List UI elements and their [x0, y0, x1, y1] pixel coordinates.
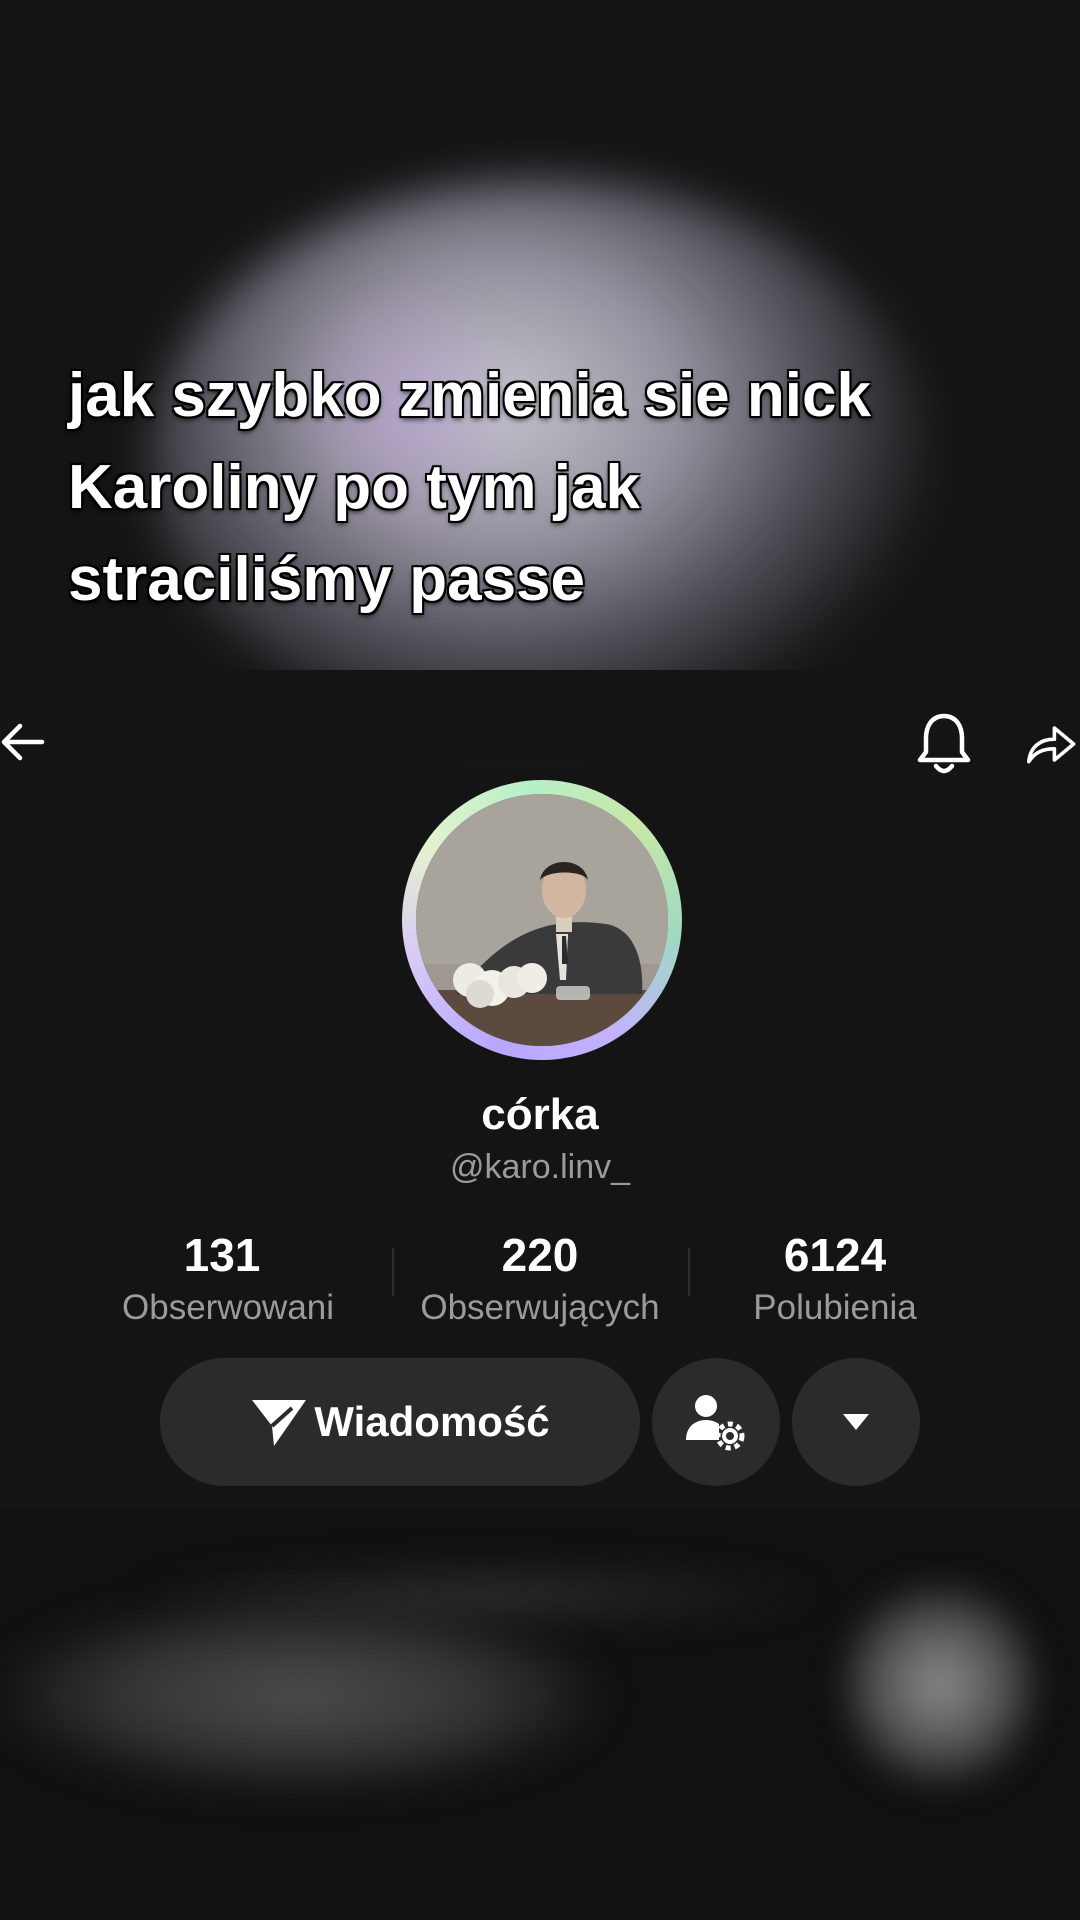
profile-actions: Wiadomość — [0, 1358, 1080, 1488]
avatar-photo — [416, 794, 668, 1046]
avatar[interactable] — [402, 780, 682, 1060]
blurred-content — [840, 1570, 1040, 1800]
profile-stats: 131 Obserwowani 220 Obserwujących 6124 P… — [100, 1228, 980, 1328]
username: @karo.linv_ — [449, 1148, 631, 1186]
following-stat[interactable]: 131 Obserwowani — [122, 1228, 335, 1332]
friend-settings-button[interactable] — [652, 1358, 780, 1486]
caption-line: Karoliny po tym jak — [68, 453, 640, 522]
share-arrow-icon — [1027, 726, 1076, 764]
caption-line: jak szybko zmienia sie nick — [68, 361, 871, 430]
profile-screen: jak szybko zmienia sie nick Karoliny po … — [0, 0, 1080, 1920]
notifications-button[interactable] — [912, 710, 976, 780]
avatar-photo-frame — [416, 794, 668, 1046]
bell-icon — [917, 713, 971, 774]
blurred-content — [0, 1600, 600, 1790]
caption-line: straciliśmy passe — [68, 545, 586, 614]
likes-count: 6124 — [783, 1229, 887, 1281]
likes-label: Polubienia — [753, 1288, 917, 1327]
caret-down-icon — [843, 1414, 869, 1430]
stat-divider — [392, 1248, 394, 1296]
send-icon — [252, 1400, 307, 1446]
share-button[interactable] — [1024, 712, 1080, 776]
arrow-left-icon — [1, 723, 45, 761]
video-caption: jak szybko zmienia sie nick Karoliny po … — [68, 350, 968, 626]
user-settings-icon — [686, 1395, 745, 1451]
more-options-button[interactable] — [792, 1358, 920, 1486]
likes-stat[interactable]: 6124 Polubienia — [730, 1228, 940, 1332]
message-button-label: Wiadomość — [314, 1398, 550, 1445]
following-label: Obserwowani — [122, 1288, 335, 1327]
followers-stat[interactable]: 220 Obserwujących — [400, 1228, 680, 1332]
followers-count: 220 — [501, 1229, 579, 1281]
stat-divider — [688, 1248, 690, 1296]
message-button[interactable]: Wiadomość — [160, 1358, 640, 1486]
followers-label: Obserwujących — [420, 1288, 660, 1327]
display-name: córka — [481, 1090, 599, 1139]
following-count: 131 — [183, 1229, 261, 1281]
back-button[interactable] — [0, 712, 60, 772]
